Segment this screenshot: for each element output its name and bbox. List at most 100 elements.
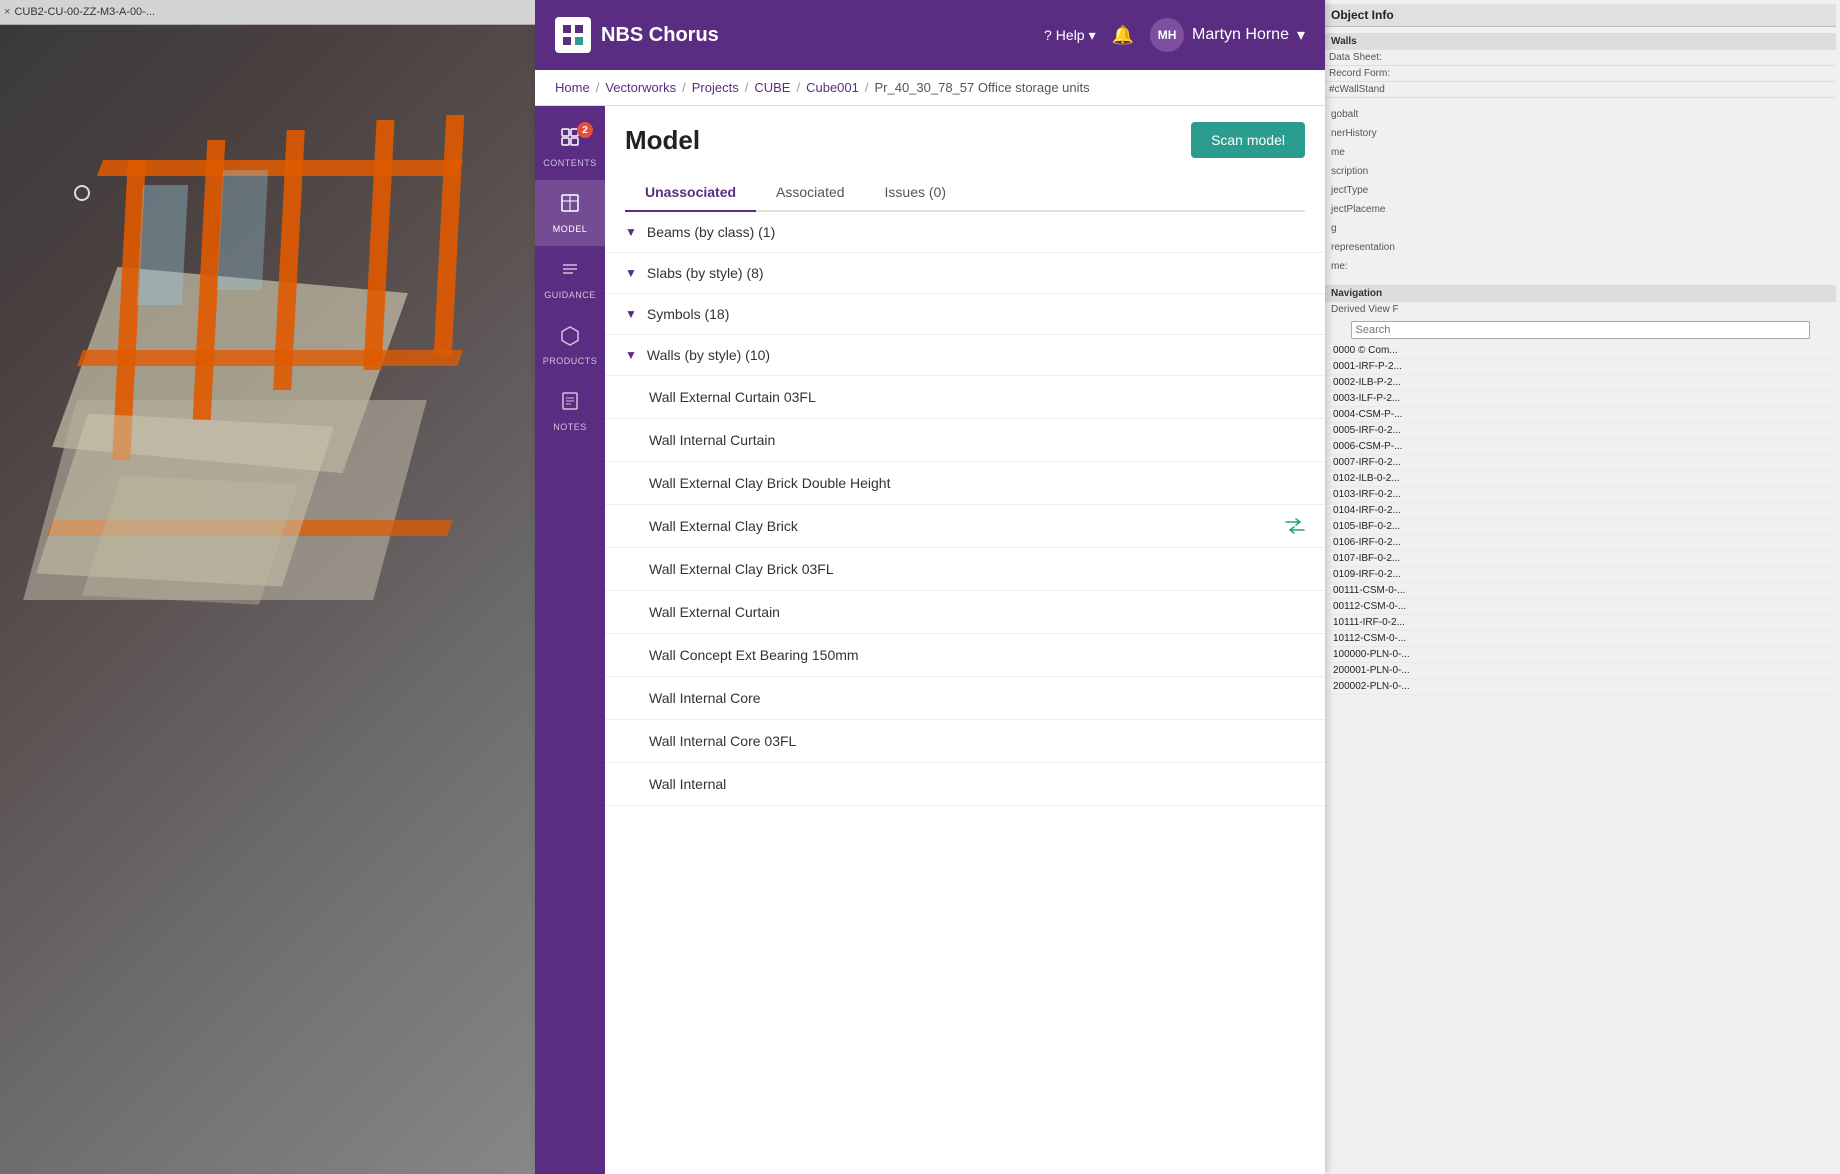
nav-list-item[interactable]: 00112-CSM-0-...: [1325, 599, 1836, 615]
wall-item-label: Wall Internal Curtain: [649, 432, 775, 448]
breadcrumb-vectorworks[interactable]: Vectorworks: [605, 80, 676, 95]
group-walls[interactable]: ▼ Walls (by style) (10): [605, 335, 1325, 376]
group-beams[interactable]: ▼ Beams (by class) (1): [605, 212, 1325, 253]
list-item[interactable]: Wall External Clay Brick 03FL: [605, 548, 1325, 591]
group-symbols-label: Symbols (18): [647, 306, 729, 322]
chevron-down-icon: ▼: [625, 307, 637, 321]
nav-list-item[interactable]: 0005-IRF-0-2...: [1325, 423, 1836, 439]
right-panel-walls-label: Walls: [1325, 33, 1836, 50]
help-label: Help: [1056, 27, 1085, 43]
list-item[interactable]: Wall Internal Core 03FL: [605, 720, 1325, 763]
navigation-label: Navigation: [1325, 285, 1836, 302]
nav-list-item[interactable]: 0105-IBF-0-2...: [1325, 519, 1836, 535]
help-icon: ?: [1044, 27, 1052, 43]
right-panel-row: #cWallStand: [1325, 82, 1836, 98]
help-button[interactable]: ? Help ▾: [1044, 27, 1096, 44]
nav-list-item[interactable]: 10111-IRF-0-2...: [1325, 615, 1836, 631]
list-item[interactable]: Wall External Curtain 03FL: [605, 376, 1325, 419]
vectorworks-toolbar: × CUB2-CU-00-ZZ-M3-A-00-...: [0, 0, 535, 25]
nav-list-item[interactable]: 10112-CSM-0-...: [1325, 631, 1836, 647]
chorus-sidebar: 2 CONTENTS: [535, 106, 605, 1174]
list-item[interactable]: Wall Internal Curtain: [605, 419, 1325, 462]
list-item[interactable]: Wall External Clay Brick Double Height: [605, 462, 1325, 505]
model-title-row: Model Scan model: [625, 122, 1305, 158]
chorus-panel: NBS Chorus ? Help ▾ 🔔 MH Martyn Horne ▾ …: [535, 0, 1325, 1174]
breadcrumb-cube001[interactable]: Cube001: [806, 80, 859, 95]
wall-item-label: Wall Internal Core: [649, 690, 761, 706]
scan-model-button[interactable]: Scan model: [1191, 122, 1305, 158]
prop-label: #cWallStand: [1329, 84, 1449, 95]
list-item[interactable]: Wall Internal: [605, 763, 1325, 806]
guidance-icon: [559, 258, 581, 286]
group-slabs-label: Slabs (by style) (8): [647, 265, 764, 281]
contents-badge: 2: [577, 122, 593, 138]
breadcrumb: Home / Vectorworks / Projects / CUBE / C…: [535, 70, 1325, 106]
nav-list-item[interactable]: 0001-IRF-P-2...: [1325, 359, 1836, 375]
tab-associated[interactable]: Associated: [756, 174, 864, 212]
chorus-logo: NBS Chorus: [555, 17, 719, 53]
sidebar-item-model[interactable]: MODEL: [535, 180, 605, 246]
sidebar-item-notes[interactable]: NOTES: [535, 378, 605, 444]
wall-item-label: Wall Concept Ext Bearing 150mm: [649, 647, 859, 663]
nav-list-item[interactable]: 0109-IRF-0-2...: [1325, 567, 1836, 583]
nav-list-item[interactable]: 200002-PLN-0-...: [1325, 679, 1836, 695]
breadcrumb-current: Pr_40_30_78_57 Office storage units: [875, 80, 1090, 95]
group-symbols[interactable]: ▼ Symbols (18): [605, 294, 1325, 335]
model-tabs: Unassociated Associated Issues (0): [625, 174, 1305, 212]
nav-list-item[interactable]: 0103-IRF-0-2...: [1325, 487, 1836, 503]
prop-label: Record Form:: [1329, 68, 1449, 79]
group-slabs[interactable]: ▼ Slabs (by style) (8): [605, 253, 1325, 294]
user-avatar: MH: [1150, 18, 1184, 52]
nav-list-item[interactable]: 0104-IRF-0-2...: [1325, 503, 1836, 519]
breadcrumb-cube[interactable]: CUBE: [754, 80, 790, 95]
tab-unassociated[interactable]: Unassociated: [625, 174, 756, 212]
nav-list-item[interactable]: 0002-ILB-P-2...: [1325, 375, 1836, 391]
model-title: Model: [625, 125, 700, 156]
user-chevron-icon: ▾: [1297, 25, 1305, 45]
nav-list-item[interactable]: 0003-ILF-P-2...: [1325, 391, 1836, 407]
list-item[interactable]: Wall External Curtain: [605, 591, 1325, 634]
chorus-header-right: ? Help ▾ 🔔 MH Martyn Horne ▾: [1044, 18, 1305, 52]
tab-issues[interactable]: Issues (0): [865, 174, 966, 212]
nav-list-item[interactable]: 0102-ILB-0-2...: [1325, 471, 1836, 487]
nav-list-item[interactable]: 0107-IBF-0-2...: [1325, 551, 1836, 567]
chorus-content: Model Scan model Unassociated Associated…: [605, 106, 1325, 1174]
wall-item-label: Wall Internal: [649, 776, 726, 792]
breadcrumb-projects[interactable]: Projects: [692, 80, 739, 95]
breadcrumb-home[interactable]: Home: [555, 80, 590, 95]
prop-label: Data Sheet:: [1329, 52, 1449, 63]
nav-list-item[interactable]: 0004-CSM-P-...: [1325, 407, 1836, 423]
chevron-down-icon: ▼: [625, 266, 637, 280]
model-header: Model Scan model Unassociated Associated…: [605, 106, 1325, 212]
notes-icon: [559, 390, 581, 418]
list-item[interactable]: Wall Concept Ext Bearing 150mm: [605, 634, 1325, 677]
user-menu-button[interactable]: MH Martyn Horne ▾: [1150, 18, 1305, 52]
group-walls-label: Walls (by style) (10): [647, 347, 770, 363]
notes-label: NOTES: [553, 422, 587, 432]
list-item[interactable]: Wall Internal Core: [605, 677, 1325, 720]
nbs-logo-icon: [555, 17, 591, 53]
chevron-down-icon: ▼: [625, 348, 637, 362]
wall-item-label: Wall Internal Core 03FL: [649, 733, 796, 749]
tab-title: CUB2-CU-00-ZZ-M3-A-00-...: [14, 6, 155, 18]
notification-button[interactable]: 🔔: [1112, 25, 1134, 46]
nav-list-item[interactable]: 0007-IRF-0-2...: [1325, 455, 1836, 471]
sidebar-item-products[interactable]: PRoducts: [535, 312, 605, 378]
nav-list-item[interactable]: 0006-CSM-P-...: [1325, 439, 1836, 455]
chorus-header: NBS Chorus ? Help ▾ 🔔 MH Martyn Horne ▾: [535, 0, 1325, 70]
model-icon: [559, 192, 581, 220]
navigation-list: 0000 © Com...0001-IRF-P-2...0002-ILB-P-2…: [1325, 343, 1836, 695]
nav-list-item[interactable]: 200001-PLN-0-...: [1325, 663, 1836, 679]
nav-search-input[interactable]: [1351, 321, 1811, 339]
swap-icon[interactable]: [1285, 518, 1305, 534]
sidebar-item-guidance[interactable]: GUIDANCE: [535, 246, 605, 312]
nav-list-item[interactable]: 100000-PLN-0-...: [1325, 647, 1836, 663]
nav-list-item[interactable]: 0106-IRF-0-2...: [1325, 535, 1836, 551]
close-icon[interactable]: ×: [4, 6, 10, 18]
chorus-main: 2 CONTENTS: [535, 106, 1325, 1174]
sidebar-item-contents[interactable]: 2 CONTENTS: [535, 114, 605, 180]
list-item-wall-external-clay-brick[interactable]: Wall External Clay Brick: [605, 505, 1325, 548]
right-panel-row: Record Form:: [1325, 66, 1836, 82]
nav-list-item[interactable]: 00111-CSM-0-...: [1325, 583, 1836, 599]
nav-list-item[interactable]: 0000 © Com...: [1325, 343, 1836, 359]
